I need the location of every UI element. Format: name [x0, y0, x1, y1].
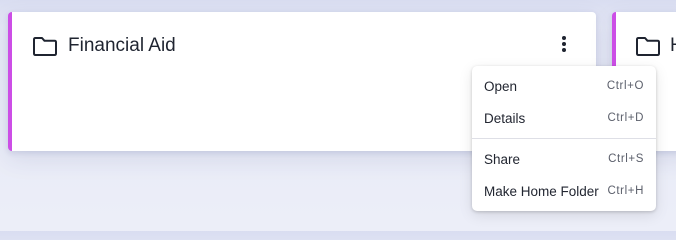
- folder-icon: [32, 35, 58, 57]
- folder-card-header: H: [635, 34, 676, 58]
- menu-item-make-home-folder[interactable]: Make Home Folder Ctrl+H: [472, 175, 656, 207]
- menu-item-share[interactable]: Share Ctrl+S: [472, 143, 656, 175]
- menu-item-label: Make Home Folder: [484, 183, 599, 199]
- menu-item-shortcut: Ctrl+D: [607, 112, 644, 124]
- folder-title: H: [670, 35, 676, 57]
- menu-divider: [472, 138, 656, 139]
- menu-item-details[interactable]: Details Ctrl+D: [472, 102, 656, 134]
- menu-item-label: Open: [484, 78, 518, 94]
- folder-icon: [635, 35, 661, 57]
- menu-item-label: Share: [484, 151, 521, 167]
- menu-item-shortcut: Ctrl+H: [607, 185, 644, 197]
- menu-item-open[interactable]: Open Ctrl+O: [472, 70, 656, 102]
- context-menu: Open Ctrl+O Details Ctrl+D Share Ctrl+S …: [472, 66, 656, 211]
- more-options-button[interactable]: [550, 32, 578, 60]
- menu-item-shortcut: Ctrl+O: [606, 80, 644, 92]
- folder-card-header: Financial Aid: [32, 34, 176, 58]
- menu-item-shortcut: Ctrl+S: [608, 153, 644, 165]
- menu-item-label: Details: [484, 110, 526, 126]
- more-vertical-icon: [561, 35, 567, 58]
- folder-title: Financial Aid: [68, 35, 176, 56]
